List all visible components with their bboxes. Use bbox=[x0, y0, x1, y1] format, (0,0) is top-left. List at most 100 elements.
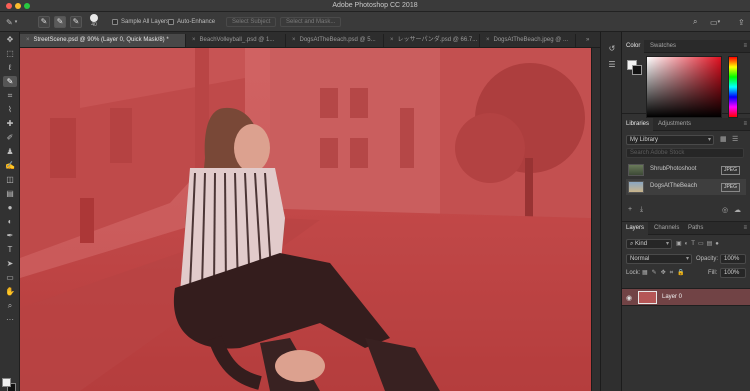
eye-icon[interactable]: ◉ bbox=[626, 294, 632, 302]
zoom-tool-icon[interactable]: ⌕ bbox=[3, 300, 17, 311]
color-field[interactable] bbox=[646, 56, 722, 118]
layer-thumbnail bbox=[638, 291, 657, 304]
select-and-mask-button[interactable]: Select and Mask... bbox=[280, 17, 342, 27]
history-brush-tool-icon[interactable]: ✍ bbox=[3, 160, 17, 171]
panel-menu-icon[interactable]: ≡ bbox=[743, 43, 747, 49]
street-photo-quick-mask[interactable] bbox=[20, 48, 591, 391]
panel-menu-icon[interactable]: ≡ bbox=[743, 121, 747, 127]
tab-adjustments[interactable]: Adjustments bbox=[654, 118, 695, 131]
search-icon: ⌕ bbox=[630, 241, 634, 247]
libraries-panel: Libraries Adjustments ≡ My Library ▾ ▦ ☰… bbox=[622, 118, 750, 222]
properties-icon[interactable]: ☰ bbox=[606, 60, 618, 70]
foreground-color-swatch[interactable] bbox=[2, 378, 11, 387]
tab-libraries[interactable]: Libraries bbox=[622, 118, 654, 131]
document-tab[interactable]: × StreetScene.psd @ 90% (Layer 0, Quick M… bbox=[20, 34, 186, 47]
fill-value: 100% bbox=[724, 270, 740, 276]
add-to-selection-button[interactable]: ✎ bbox=[54, 16, 66, 28]
blur-tool-icon[interactable]: ● bbox=[3, 202, 17, 213]
clone-stamp-tool-icon[interactable]: ♟ bbox=[3, 146, 17, 157]
subtract-from-selection-button[interactable]: ✎ bbox=[70, 16, 82, 28]
library-item[interactable]: ShrubPhotoshoot JPEG bbox=[626, 162, 746, 178]
brush-size-picker[interactable]: 40 bbox=[90, 14, 98, 30]
close-icon[interactable]: × bbox=[390, 37, 394, 43]
layer-row[interactable]: ◉ Layer 0 bbox=[622, 288, 750, 306]
auto-enhance-checkbox[interactable]: Auto-Enhance bbox=[168, 16, 215, 28]
tab-channels[interactable]: Channels bbox=[650, 222, 683, 235]
hue-slider[interactable] bbox=[728, 56, 738, 118]
chevron-double-right-icon: » bbox=[586, 37, 590, 43]
workspace-icon[interactable]: ▭ bbox=[710, 18, 718, 27]
move-tool-icon[interactable]: ✥ bbox=[3, 34, 17, 45]
color-panel-background-swatch[interactable] bbox=[632, 65, 642, 75]
tab-paths[interactable]: Paths bbox=[684, 222, 707, 235]
tab-layers[interactable]: Layers bbox=[622, 222, 649, 235]
path-selection-tool-icon[interactable]: ➤ bbox=[3, 258, 17, 269]
chevron-down-icon: ▾ bbox=[717, 19, 721, 25]
share-icon[interactable]: ⇪ bbox=[738, 18, 745, 27]
crop-tool-icon[interactable]: ⌗ bbox=[3, 90, 17, 101]
library-item[interactable]: DogsAtTheBeach JPEG bbox=[626, 179, 746, 195]
fill-input[interactable]: 100% bbox=[720, 268, 746, 278]
close-icon[interactable]: × bbox=[26, 37, 30, 43]
search-icon[interactable]: ⌕ bbox=[693, 17, 697, 27]
close-icon[interactable]: × bbox=[292, 37, 296, 43]
brush-new-icon: ✎ bbox=[38, 16, 50, 28]
chevron-down-icon: ▾ bbox=[707, 137, 711, 143]
library-item-thumbnail bbox=[628, 164, 644, 176]
eyedropper-tool-icon[interactable]: ⌇ bbox=[3, 104, 17, 115]
tab-swatches[interactable]: Swatches bbox=[646, 40, 680, 53]
lock-label: Lock: bbox=[626, 270, 641, 276]
document-tab[interactable]: × DogsAtTheBeach.jpeg @ ... bbox=[480, 34, 576, 47]
type-tool-icon[interactable]: T bbox=[3, 244, 17, 255]
opacity-value: 100% bbox=[724, 256, 740, 262]
list-view-icon[interactable]: ☰ bbox=[732, 135, 738, 143]
document-canvas[interactable] bbox=[20, 48, 600, 391]
tab-color[interactable]: Color bbox=[622, 40, 645, 53]
pen-tool-icon[interactable]: ✒ bbox=[3, 230, 17, 241]
grid-view-icon[interactable]: ▦ bbox=[720, 135, 727, 143]
lasso-tool-icon[interactable]: ℓ bbox=[3, 62, 17, 73]
quick-selection-tool-icon[interactable]: ✎ bbox=[3, 76, 17, 87]
vertical-scrollbar[interactable] bbox=[591, 48, 600, 391]
more-tools-icon[interactable]: ··· bbox=[3, 314, 17, 325]
lock-icons[interactable]: ▦✎✥⌗🔒 bbox=[642, 268, 702, 278]
library-item-type: JPEG bbox=[720, 166, 740, 175]
new-selection-button[interactable]: ✎ bbox=[38, 16, 50, 28]
brush-subtract-icon: ✎ bbox=[70, 16, 82, 28]
libraries-panel-tabs: Libraries Adjustments ≡ bbox=[622, 118, 750, 131]
close-icon[interactable]: × bbox=[192, 37, 196, 43]
sample-all-layers-checkbox[interactable]: Sample All Layers bbox=[112, 16, 169, 28]
blend-mode-select[interactable]: Normal ▾ bbox=[626, 254, 692, 264]
layer-filter-select[interactable]: ⌕ Kind ▾ bbox=[626, 239, 672, 249]
marquee-tool-icon[interactable]: ⬚ bbox=[3, 48, 17, 59]
close-icon[interactable]: × bbox=[486, 37, 490, 43]
dodge-tool-icon[interactable]: ◐ bbox=[3, 216, 17, 227]
tool-preset-picker[interactable]: ✎ ▾ bbox=[6, 16, 17, 28]
hand-tool-icon[interactable]: ✋ bbox=[3, 286, 17, 297]
document-tab[interactable]: × BeachVolleyball_.psd @ 1... bbox=[186, 34, 286, 47]
layer-filter-value: Kind bbox=[635, 241, 648, 247]
opacity-input[interactable]: 100% bbox=[720, 254, 746, 264]
auto-enhance-label: Auto-Enhance bbox=[177, 19, 216, 25]
rectangle-tool-icon[interactable]: ▭ bbox=[3, 272, 17, 283]
more-tabs-button[interactable]: » bbox=[580, 34, 600, 47]
gradient-tool-icon[interactable]: ▤ bbox=[3, 188, 17, 199]
history-icon[interactable]: ↺ bbox=[606, 44, 618, 54]
library-select[interactable]: My Library ▾ bbox=[626, 135, 714, 145]
photo-illustration bbox=[20, 48, 591, 391]
document-tab[interactable]: × レッサーパンダ.psd @ 66.7... bbox=[384, 34, 480, 47]
layer-filter-icons[interactable]: ▣◐T▭▤● bbox=[676, 239, 746, 249]
panel-menu-icon[interactable]: ≡ bbox=[743, 225, 747, 231]
cloud-icon[interactable]: ☁ bbox=[734, 206, 741, 214]
brush-tool-icon[interactable]: ✐ bbox=[3, 132, 17, 143]
upload-icon[interactable]: ⤓ bbox=[640, 206, 643, 214]
healing-brush-tool-icon[interactable]: ✚ bbox=[3, 118, 17, 129]
select-subject-button[interactable]: Select Subject bbox=[226, 17, 277, 27]
library-item-thumbnail bbox=[628, 181, 644, 193]
add-content-icon[interactable]: + bbox=[628, 206, 632, 213]
stock-icon[interactable]: ◎ bbox=[722, 206, 728, 214]
document-tab[interactable]: × DogsAtTheBeach.psd @ 5... bbox=[286, 34, 384, 47]
layer-name: Layer 0 bbox=[662, 294, 683, 300]
eraser-tool-icon[interactable]: ◫ bbox=[3, 174, 17, 185]
library-search-input[interactable]: Search Adobe Stock bbox=[626, 148, 744, 158]
